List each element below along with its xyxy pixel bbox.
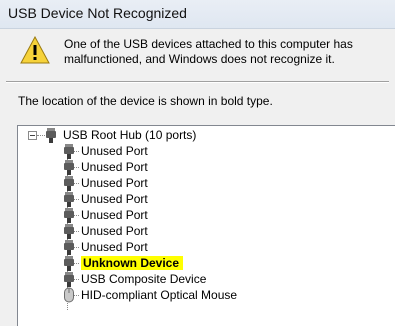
usb-plug-icon: [62, 191, 76, 207]
tree-node[interactable]: HID-compliant Optical Mouse: [81, 287, 237, 303]
usb-plug-icon: [62, 159, 76, 175]
usb-plug-icon: [62, 271, 76, 287]
usb-plug-icon: [62, 223, 76, 239]
location-hint: The location of the device is shown in b…: [18, 94, 273, 108]
error-message: One of the USB devices attached to this …: [64, 37, 353, 66]
usb-plug-icon: [62, 255, 76, 271]
tree-node[interactable]: Unused Port: [81, 207, 148, 223]
window-title: USB Device Not Recognized: [8, 5, 187, 21]
tree-node-root[interactable]: USB Root Hub (10 ports): [63, 127, 196, 143]
unknown-device-label: Unknown Device: [81, 256, 184, 270]
warning-icon: [20, 36, 50, 64]
tree-node[interactable]: Unused Port: [81, 223, 148, 239]
collapse-toggle[interactable]: [28, 131, 37, 140]
tree-node[interactable]: Unused Port: [81, 143, 148, 159]
title-bar: USB Device Not Recognized: [0, 0, 395, 29]
tree-node[interactable]: USB Composite Device: [81, 271, 206, 287]
tree-node[interactable]: Unused Port: [81, 175, 148, 191]
tree-node[interactable]: Unused Port: [81, 159, 148, 175]
device-tree[interactable]: USB Root Hub (10 ports) Unused Port Unuse…: [17, 125, 395, 326]
usb-plug-icon: [62, 143, 76, 159]
tree-node-unknown-device[interactable]: Unknown Device: [81, 255, 184, 271]
usb-plug-icon: [62, 239, 76, 255]
divider: [6, 81, 389, 83]
mouse-icon: [62, 287, 76, 303]
tree-node[interactable]: Unused Port: [81, 191, 148, 207]
usb-plug-icon: [44, 127, 58, 143]
tree-node[interactable]: Unused Port: [81, 239, 148, 255]
usb-plug-icon: [62, 175, 76, 191]
usb-plug-icon: [62, 207, 76, 223]
